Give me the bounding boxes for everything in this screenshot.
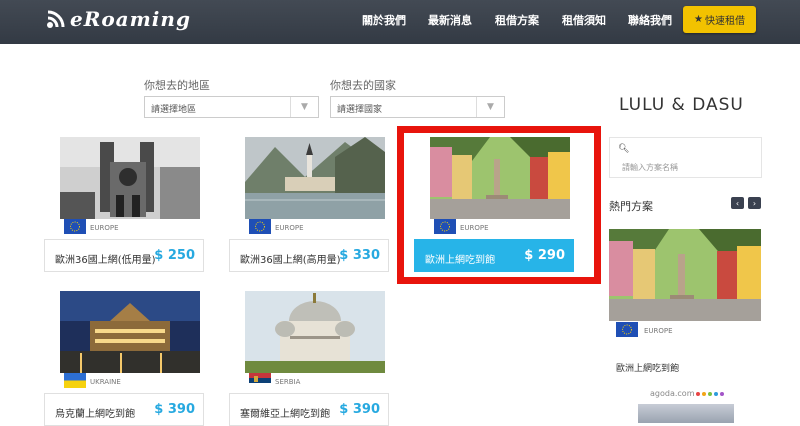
search-icon: 🔍︎ [618,144,630,154]
product-price: $ 390 [154,402,195,417]
hot-plans-title: 熱門方案 [609,200,653,213]
nav-news[interactable]: 最新消息 [428,12,472,28]
region-label: UKRAINE [90,378,121,386]
ukraine-flag-icon [64,373,86,388]
nav-contact[interactable]: 聯絡我們 [628,12,672,28]
quick-rent-button[interactable]: ★ 快速租借 [683,6,756,33]
agoda-dot [702,391,707,396]
eu-flag-icon [249,219,271,234]
product-info-bar[interactable]: 歐洲36國上網(高用量) $ 330 [229,239,389,272]
product-info-bar[interactable]: 烏克蘭上網吃到飽 $ 390 [44,393,204,426]
search-placeholder: 請輸入方案名稱 [622,163,678,172]
chevron-down-icon: ▼ [290,97,318,117]
featured-plan-name[interactable]: 歐洲上網吃到飽 [616,361,679,374]
country-select[interactable]: 請選擇國家 ▼ [330,96,505,118]
quick-rent-label: 快速租借 [704,16,745,27]
product-name[interactable]: 歐洲36國上網(高用量) [240,251,341,266]
hallstatt-lake-photo[interactable] [245,137,385,219]
lviv-opera-night-photo[interactable] [60,291,200,373]
agoda-ad[interactable]: agoda.com [650,389,725,398]
nav-about[interactable]: 關於我們 [362,12,406,28]
region-label: EUROPE [275,224,304,232]
agoda-dot [708,391,713,396]
plan-search-input[interactable]: 🔍︎ 請輸入方案名稱 [609,137,762,178]
top-navbar: eRoaming 關於我們 最新消息 租借方案 租借須知 聯絡我們 ★ 快速租借 [0,0,800,44]
product-name[interactable]: 塞爾維亞上網吃到飽 [240,405,330,420]
site-logo[interactable]: eRoaming [46,7,191,31]
chevron-right-icon[interactable]: › [748,197,761,209]
agoda-dot [696,391,701,396]
selection-highlight [397,126,601,284]
wifi-logo-icon [47,10,65,28]
eu-flag-icon [616,322,638,337]
featured-plan-photo[interactable] [609,229,761,321]
chevron-down-icon: ▼ [476,97,504,117]
agoda-dot [714,391,719,396]
agoda-logo-text: agoda.com [650,389,695,398]
belgrade-temple-photo[interactable] [245,291,385,373]
product-name[interactable]: 烏克蘭上網吃到飽 [55,405,135,420]
product-price: $ 330 [339,248,380,263]
product-info-bar[interactable]: 塞爾維亞上網吃到飽 $ 390 [229,393,389,426]
region-label: SERBIA [275,378,301,386]
sidebar-title: LULU & DASU [619,95,744,115]
eu-flag-icon [64,219,86,234]
agoda-ad-image[interactable] [638,404,734,423]
star-icon: ★ [694,14,703,25]
region-select[interactable]: 請選擇地區 ▼ [144,96,319,118]
chevron-left-icon[interactable]: ‹ [731,197,744,209]
region-filter-label: 你想去的地區 [144,79,210,92]
product-name[interactable]: 歐洲36國上網(低用量) [55,251,156,266]
nav-rental-notes[interactable]: 租借須知 [562,12,606,28]
region-select-value: 請選擇地區 [151,105,197,115]
logo-text: eRoaming [70,7,191,31]
country-filter-label: 你想去的國家 [330,79,396,92]
country-select-value: 請選擇國家 [337,105,383,115]
product-price: $ 250 [154,248,195,263]
serbia-flag-icon [249,373,271,388]
nav-plans[interactable]: 租借方案 [495,12,539,28]
region-label: EUROPE [90,224,119,232]
agoda-dot [720,391,725,396]
notre-dame-photo[interactable] [60,137,200,219]
featured-region-label: EUROPE [644,327,673,335]
product-info-bar[interactable]: 歐洲36國上網(低用量) $ 250 [44,239,204,272]
product-price: $ 390 [339,402,380,417]
